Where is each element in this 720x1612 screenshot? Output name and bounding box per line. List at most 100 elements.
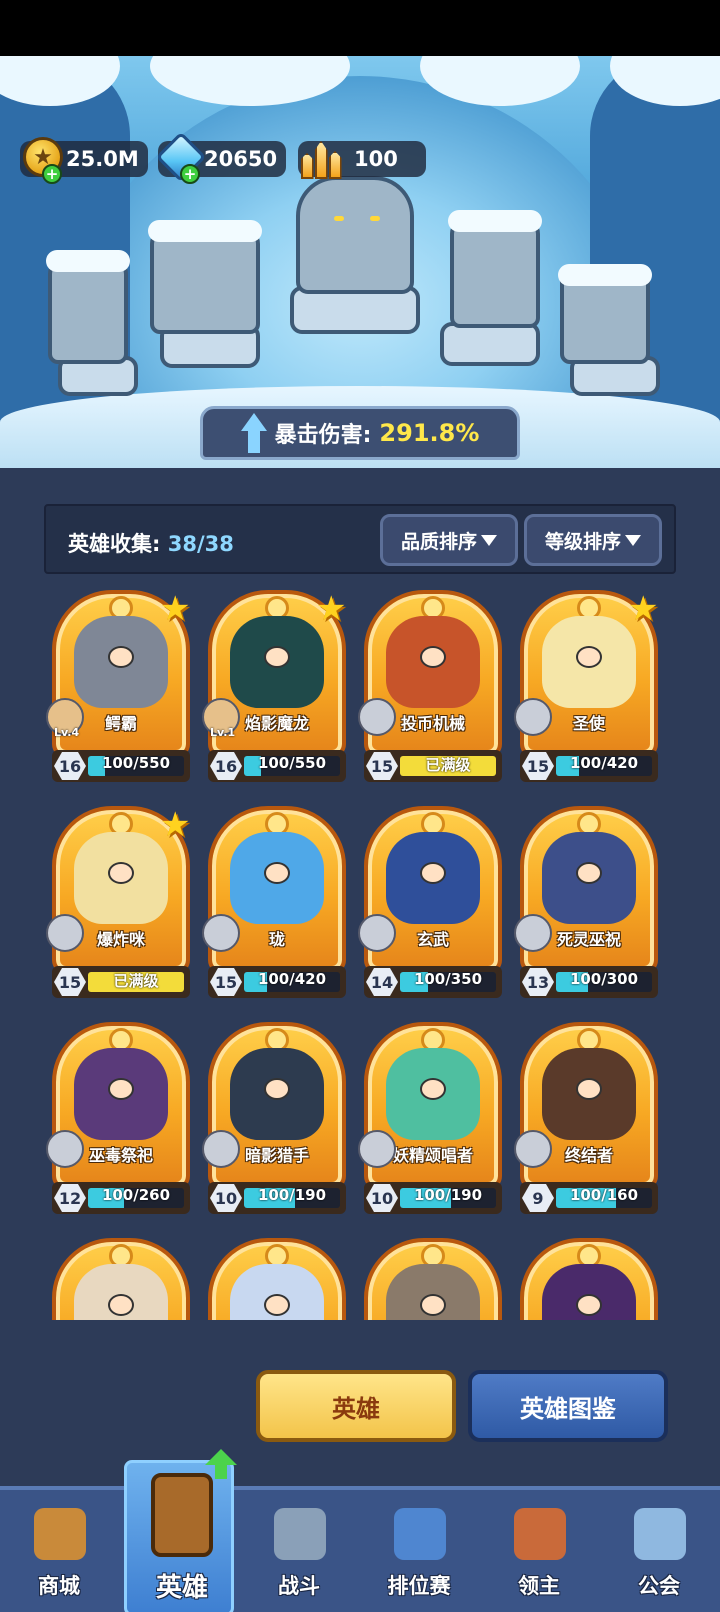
shop-chest-icon	[34, 1508, 86, 1560]
hero-portrait-art	[542, 1264, 636, 1320]
star-icon: ★	[160, 590, 191, 629]
hero-card-icon	[151, 1473, 213, 1557]
ice-statue-2	[148, 220, 262, 334]
crystal-value: 100	[354, 147, 398, 171]
skin-portrait-icon	[514, 698, 552, 736]
star-icon: ★	[316, 590, 347, 629]
nav-label: 战斗	[278, 1574, 320, 1598]
sort-by-level-button[interactable]: 等级排序	[524, 514, 662, 566]
hero-card[interactable]: 巫毒祭祀 12 100/260	[46, 1022, 190, 1218]
hero-tab-button[interactable]: 英雄	[256, 1370, 456, 1442]
shard-progress-text: 100/260	[101, 1186, 171, 1204]
nav-item-hero-card[interactable]: 英雄	[124, 1449, 237, 1612]
hero-face	[576, 1294, 602, 1316]
nav-item-crossed-swords[interactable]: 战斗	[244, 1490, 354, 1612]
hero-card[interactable]: 暗影猎手 10 100/190	[202, 1022, 346, 1218]
hero-face	[108, 1294, 134, 1316]
hero-level-badge: 15	[54, 968, 86, 996]
shard-progress-text: 100/550	[257, 754, 327, 772]
gem-counter[interactable]: 20650 +	[155, 131, 286, 184]
hero-level-badge: 10	[366, 1184, 398, 1212]
hero-card[interactable]	[364, 1238, 502, 1320]
add-gem-icon[interactable]: +	[180, 164, 200, 184]
skin-portrait-icon	[358, 698, 396, 736]
hero-portrait-art	[542, 616, 636, 708]
hero-card[interactable]: 投币机械 15 已满级	[358, 590, 502, 786]
hero-portrait-art	[230, 1048, 324, 1140]
hero-card[interactable]: 妖精颂唱者 10 100/190	[358, 1022, 502, 1218]
skin-portrait-icon	[46, 1130, 84, 1168]
hero-portrait-art	[542, 1048, 636, 1140]
hero-level-row: 15 已满级	[364, 750, 502, 782]
skin-level-tag: Lv.4	[54, 726, 80, 739]
add-coin-icon[interactable]: +	[42, 164, 62, 184]
shard-progress-text: 100/420	[257, 970, 327, 988]
nav-item-shop-chest[interactable]: 商城	[4, 1490, 114, 1612]
skin-portrait-icon	[514, 914, 552, 952]
crit-value: 291.8%	[379, 419, 480, 447]
nav-item-ranked-shield[interactable]: 排位赛	[364, 1490, 474, 1612]
shard-progress-text: 100/190	[257, 1186, 327, 1204]
hero-card[interactable]: 玄武 14 100/350	[358, 806, 502, 1002]
hero-face	[576, 1078, 602, 1100]
hero-level-row: 16 100/550	[208, 750, 346, 782]
hero-portrait-art	[74, 1048, 168, 1140]
gold-crystal-icon	[298, 134, 344, 180]
hero-level-badge: 14	[366, 968, 398, 996]
hero-face	[264, 862, 290, 884]
hero-face	[420, 862, 446, 884]
ice-statue-5	[558, 264, 652, 364]
hero-level-badge: 10	[210, 1184, 242, 1212]
ranked-shield-icon	[394, 1508, 446, 1560]
hero-portrait-art	[386, 832, 480, 924]
upgrade-arrow-icon	[205, 1449, 237, 1481]
hero-level-badge: 16	[54, 752, 86, 780]
hero-card[interactable]: ★ 圣使 15 100/420	[514, 590, 658, 786]
hero-level-badge: 15	[366, 752, 398, 780]
up-arrow-icon	[240, 413, 267, 453]
hero-face	[264, 646, 290, 668]
hero-portrait-art	[386, 1264, 480, 1320]
hero-atlas-button[interactable]: 英雄图鉴	[468, 1370, 668, 1442]
hero-level-badge: 12	[54, 1184, 86, 1212]
hero-level-row: 14 100/350	[364, 966, 502, 998]
nav-item-guild-castle[interactable]: 公会	[604, 1490, 714, 1612]
shard-progress-text: 100/420	[569, 754, 639, 772]
hero-card[interactable]: 死灵巫祝 13 100/300	[514, 806, 658, 1002]
hero-level-row: 16 100/550	[52, 750, 190, 782]
hero-card[interactable]: 终结者 9 100/160	[514, 1022, 658, 1218]
hero-card[interactable]	[520, 1238, 658, 1320]
hero-card[interactable]: 珑 15 100/420	[202, 806, 346, 1002]
shard-progress-text: 100/300	[569, 970, 639, 988]
hero-face	[264, 1078, 290, 1100]
nav-label: 排位赛	[387, 1574, 451, 1598]
hero-card[interactable]: ★ 鳄霸 Lv.4 16 100/550	[46, 590, 190, 786]
ice-statue-4	[448, 210, 542, 328]
skin-portrait-icon	[202, 1130, 240, 1168]
nav-item-lord-banner[interactable]: 领主	[484, 1490, 594, 1612]
hero-card[interactable]: ★ 爆炸咪 15 已满级	[46, 806, 190, 1002]
sort-quality-label: 品质排序	[400, 530, 477, 553]
hero-level-row: 9 100/160	[520, 1182, 658, 1214]
hero-grid: ★ 鳄霸 Lv.4 16 100/550 ★ 焰影魔龙 Lv.1 16 100/550 投币机械 15…	[0, 590, 720, 1320]
skin-level-tag: Lv.1	[210, 726, 236, 739]
hero-card[interactable]: ★ 焰影魔龙 Lv.1 16 100/550	[202, 590, 346, 786]
crit-damage-bar: 暴击伤害: 291.8%	[200, 406, 520, 460]
hero-card[interactable]	[52, 1238, 190, 1320]
skin-portrait-icon	[46, 914, 84, 952]
sort-by-quality-button[interactable]: 品质排序	[380, 514, 518, 566]
statue-pedestal	[440, 322, 540, 366]
coin-counter[interactable]: 25.0M ★ +	[20, 137, 148, 184]
ice-statue-1	[46, 250, 130, 364]
skin-portrait-icon	[514, 1130, 552, 1168]
collection-label: 英雄收集:	[68, 532, 161, 556]
hero-face	[108, 862, 134, 884]
hero-level-badge: 13	[522, 968, 554, 996]
nav-label: 英雄	[155, 1573, 208, 1603]
guild-castle-icon	[634, 1508, 686, 1560]
nav-label: 商城	[38, 1574, 80, 1598]
hero-level-row: 15 100/420	[520, 750, 658, 782]
hero-card[interactable]	[208, 1238, 346, 1320]
collection-bar: 英雄收集: 38/38 品质排序 等级排序	[44, 504, 676, 574]
hero-portrait-art	[542, 832, 636, 924]
